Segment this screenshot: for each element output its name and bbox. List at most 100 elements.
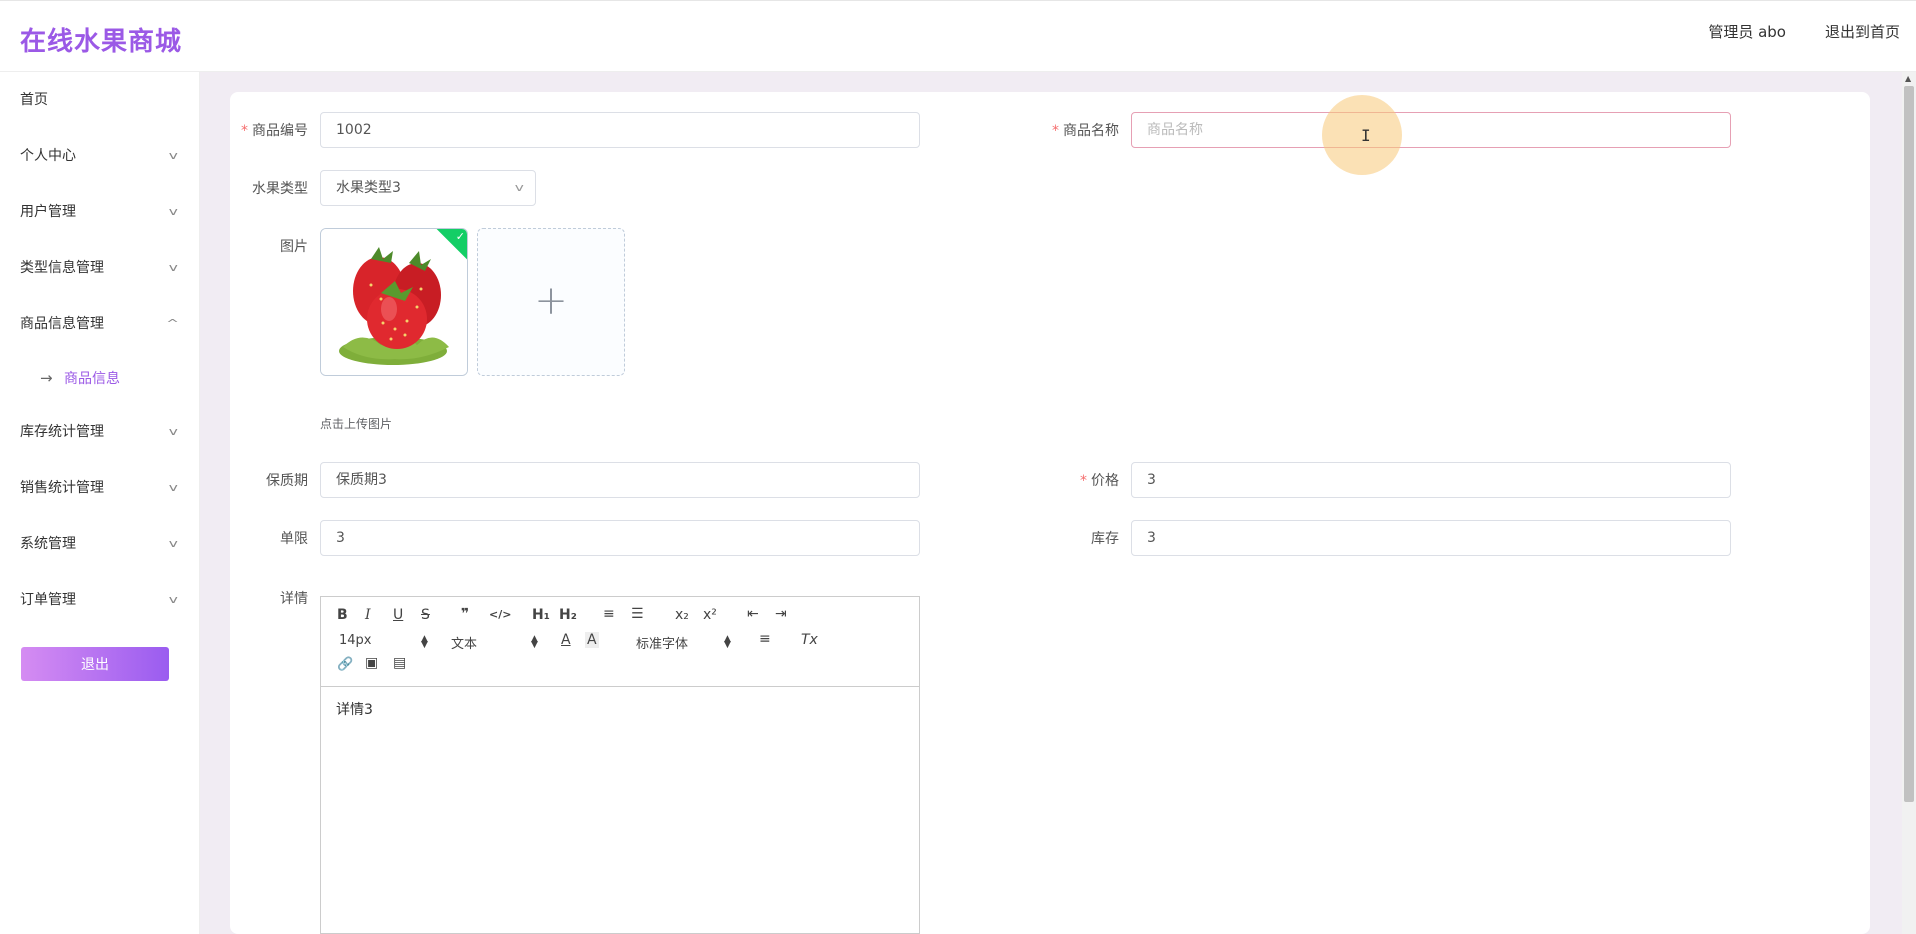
link-button[interactable]: 🔗 — [337, 657, 353, 672]
plus-icon: + — [534, 278, 568, 325]
image-button[interactable]: ▣ — [365, 655, 378, 671]
limit-input[interactable]: 3 — [320, 520, 920, 556]
label-text: 商品编号 — [252, 123, 308, 139]
sidebar-item-system-management[interactable]: 系统管理 v — [0, 516, 199, 572]
sidebar-subitem-label: 商品信息 — [64, 371, 120, 387]
uploaded-image-thumbnail[interactable]: ✓ — [320, 228, 468, 376]
app-title: 在线水果商城 — [20, 27, 183, 57]
stock-label: 库存 — [1091, 531, 1119, 547]
logout-button[interactable]: 退出 — [21, 647, 169, 681]
stock-input[interactable]: 3 — [1131, 520, 1731, 556]
chevron-down-icon: v — [169, 537, 179, 550]
sidebar-item-personal-center[interactable]: 个人中心 v — [0, 128, 199, 184]
vertical-scrollbar[interactable]: ▲ — [1902, 72, 1916, 934]
chevron-down-icon: v — [169, 261, 179, 274]
clean-format-button[interactable]: Tx — [801, 632, 818, 648]
editor-content[interactable]: 详情3 — [321, 687, 919, 731]
scroll-up-icon[interactable]: ▲ — [1905, 74, 1911, 83]
shelf-life-input[interactable]: 保质期3 — [320, 462, 920, 498]
bullet-list-button[interactable]: ☰ — [631, 606, 644, 622]
subscript-button[interactable]: x₂ — [675, 607, 689, 623]
admin-user-label: 管理员 abo — [1708, 23, 1786, 41]
select-arrows-icon: ▲ ▼ — [421, 634, 428, 650]
fruit-type-selected-value: 水果类型3 — [336, 180, 401, 196]
sidebar-item-label: 用户管理 — [20, 204, 76, 220]
editor-toolbar: B I U S ❞ </> H₁ H₂ ≡ ☰ x₂ x² ⇤ ⇥ 14px ▲… — [321, 597, 919, 687]
limit-label: 单限 — [280, 531, 308, 547]
product-name-label: * 商品名称 — [999, 120, 1119, 140]
chevron-down-icon: v — [169, 481, 179, 494]
label-text: 商品名称 — [1063, 123, 1119, 139]
required-mark: * — [241, 123, 248, 139]
image-label: 图片 — [280, 239, 308, 255]
outdent-button[interactable]: ⇤ — [747, 606, 759, 622]
header-1-button[interactable]: H₁ — [532, 607, 550, 623]
font-size-select[interactable]: 14px ▲ ▼ — [339, 633, 429, 650]
select-arrows-icon: ▲ ▼ — [724, 634, 731, 650]
sidebar-item-order-management[interactable]: 订单管理 v — [0, 572, 199, 628]
upload-image-button[interactable]: + — [477, 228, 625, 376]
fruit-type-label: 水果类型 — [252, 181, 308, 197]
product-no-label: * 商品编号 — [188, 120, 308, 140]
chevron-down-icon: v — [169, 593, 179, 606]
sidebar-item-type-management[interactable]: 类型信息管理 v — [0, 240, 199, 296]
product-no-input[interactable]: 1002 — [320, 112, 920, 148]
back-to-home-link[interactable]: 退出到首页 — [1825, 21, 1900, 42]
sidebar-item-label: 库存统计管理 — [20, 424, 104, 440]
required-mark: * — [1080, 473, 1087, 489]
sidebar-item-user-management[interactable]: 用户管理 v — [0, 184, 199, 240]
underline-button[interactable]: U — [393, 607, 403, 623]
sidebar-item-label: 商品信息管理 — [20, 316, 104, 332]
heading-value: 文本 — [451, 637, 478, 652]
font-size-value: 14px — [339, 633, 372, 648]
product-name-input[interactable]: 商品名称 — [1131, 112, 1731, 148]
sidebar-item-label: 订单管理 — [20, 592, 76, 608]
bold-button[interactable]: B — [337, 607, 348, 623]
chevron-down-icon: v — [515, 181, 525, 194]
header-2-button[interactable]: H₂ — [559, 607, 577, 623]
sidebar-item-label: 类型信息管理 — [20, 260, 104, 276]
upload-hint: 点击上传图片 — [320, 417, 393, 431]
font-family-select[interactable]: 标准字体 ▲ ▼ — [636, 633, 736, 653]
sidebar-item-label: 销售统计管理 — [20, 480, 104, 496]
align-button[interactable]: ≡ — [759, 631, 771, 647]
heading-select[interactable]: 文本 ▲ ▼ — [451, 633, 541, 653]
fruit-type-select[interactable]: 水果类型3 v — [320, 170, 536, 206]
italic-button[interactable]: I — [365, 607, 371, 623]
strike-button[interactable]: S — [421, 607, 430, 623]
superscript-button[interactable]: x² — [703, 607, 717, 623]
video-button[interactable]: ▤ — [393, 655, 406, 671]
select-arrows-icon: ▲ ▼ — [531, 634, 538, 650]
sidebar-item-label: 系统管理 — [20, 536, 76, 552]
scrollbar-thumb[interactable] — [1904, 86, 1914, 802]
chevron-down-icon: v — [169, 149, 179, 162]
sidebar-item-sales-stats[interactable]: 销售统计管理 v — [0, 460, 199, 516]
sidebar-item-product-management[interactable]: 商品信息管理 ^ — [0, 296, 199, 352]
check-icon: ✓ — [455, 229, 465, 243]
sidebar-item-label: 首页 — [20, 92, 48, 108]
chevron-down-icon: v — [169, 205, 179, 218]
font-family-value: 标准字体 — [636, 637, 689, 652]
text-color-button[interactable]: A — [561, 632, 571, 648]
top-bar: 在线水果商城 管理员 abo 退出到首页 — [0, 0, 1916, 72]
chevron-up-icon: ^ — [165, 317, 179, 330]
strawberry-image — [321, 229, 467, 375]
sidebar: 首页 个人中心 v 用户管理 v 类型信息管理 v 商品信息管理 ^ → 商品信息… — [0, 72, 200, 934]
price-label: * 价格 — [999, 470, 1119, 490]
arrow-right-icon: → — [40, 369, 53, 387]
sidebar-item-home[interactable]: 首页 — [0, 72, 199, 128]
sidebar-item-inventory-stats[interactable]: 库存统计管理 v — [0, 404, 199, 460]
ordered-list-button[interactable]: ≡ — [603, 606, 615, 622]
required-mark: * — [1052, 123, 1059, 139]
text-cursor-icon: I — [1361, 126, 1371, 145]
label-text: 价格 — [1091, 473, 1119, 489]
indent-button[interactable]: ⇥ — [775, 606, 787, 622]
rich-text-editor: B I U S ❞ </> H₁ H₂ ≡ ☰ x₂ x² ⇤ ⇥ 14px ▲… — [320, 596, 920, 934]
blockquote-button[interactable]: ❞ — [461, 606, 469, 622]
chevron-down-icon: v — [169, 425, 179, 438]
background-color-button[interactable]: A — [585, 632, 599, 648]
code-block-button[interactable]: </> — [489, 608, 511, 621]
price-input[interactable]: 3 — [1131, 462, 1731, 498]
sidebar-subitem-product-info[interactable]: → 商品信息 — [0, 352, 199, 404]
shelf-life-label: 保质期 — [266, 473, 308, 489]
